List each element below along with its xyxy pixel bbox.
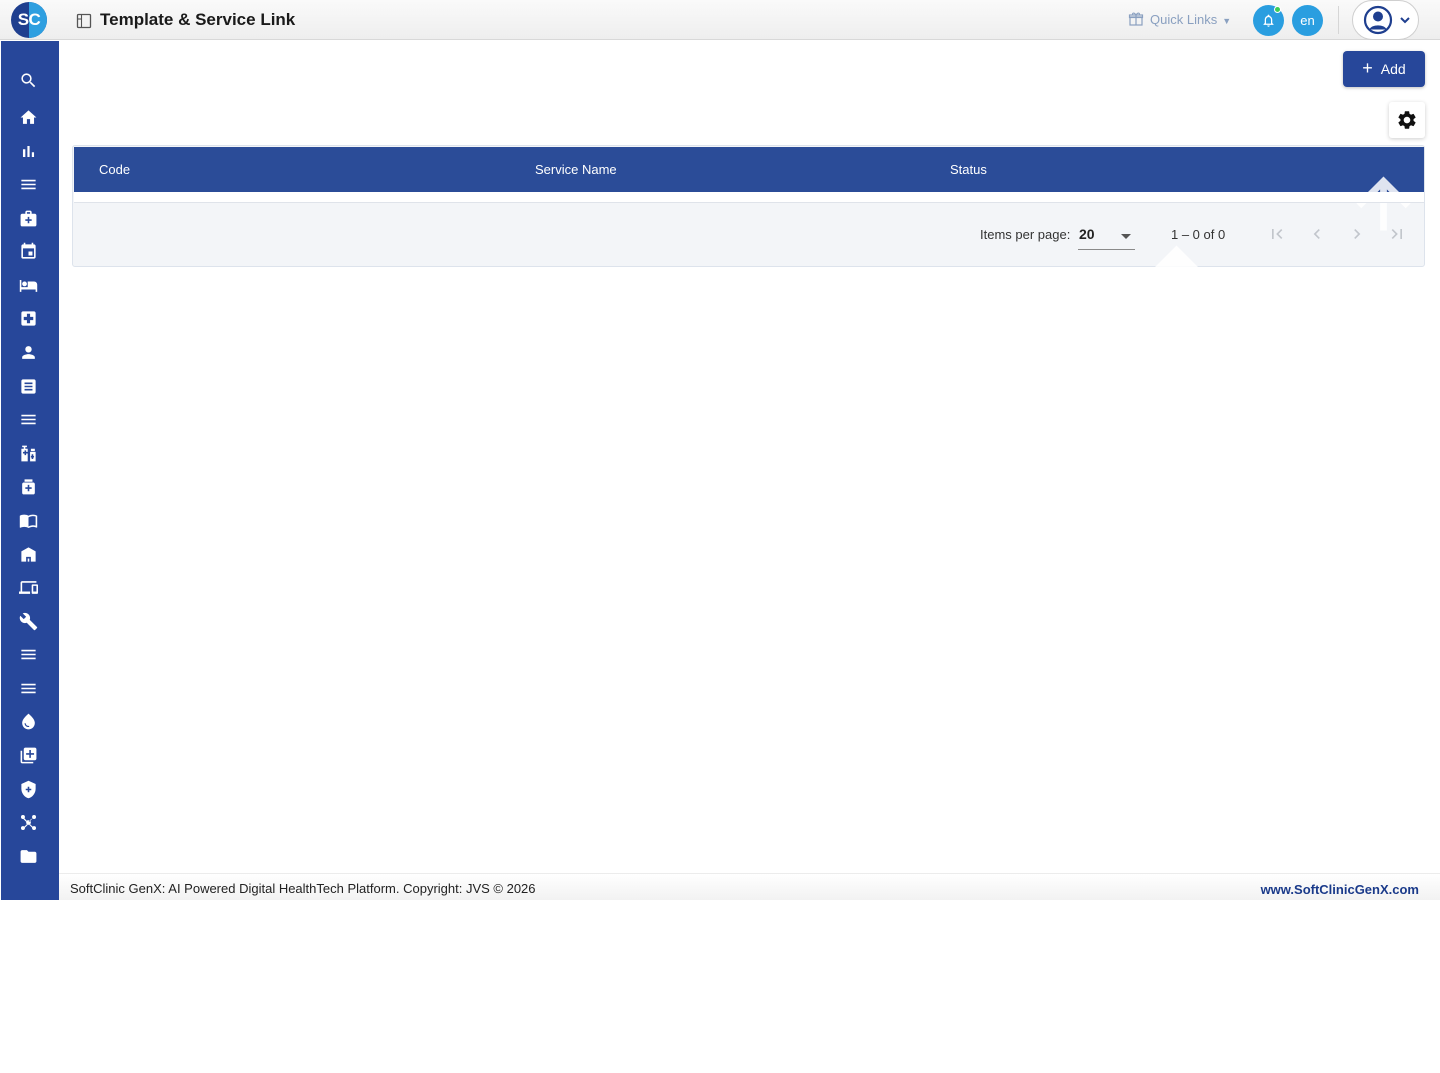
sidebar-item-patient[interactable]	[17, 341, 39, 363]
table-header-row: Code Service Name Status	[74, 147, 1424, 922]
sidebar-item-reports[interactable]	[17, 140, 39, 162]
sidebar-item-menu-3[interactable]	[17, 643, 39, 665]
previous-page-button[interactable]	[1302, 219, 1332, 249]
page-range-label: 1 – 0 of 0	[1171, 227, 1226, 242]
book-icon	[19, 514, 37, 528]
items-per-page-label: Items per page:	[980, 227, 1071, 242]
sidebar-item-tools[interactable]	[17, 610, 39, 632]
chevron-right-icon	[1354, 229, 1361, 239]
bed-icon	[19, 279, 37, 292]
sidebar-item-store[interactable]	[17, 543, 39, 565]
footer-website-link[interactable]: www.SoftClinicGenX.com	[1261, 882, 1419, 897]
add-button[interactable]: + Add	[1343, 51, 1425, 87]
menu-icon	[20, 414, 36, 424]
sidebar-item-beds[interactable]	[17, 274, 39, 296]
menu-icon	[20, 649, 36, 659]
dropdown-arrow-icon	[1121, 234, 1131, 239]
menu-icon	[20, 179, 36, 189]
medicine-box-icon	[21, 478, 35, 494]
first-page-button[interactable]	[1262, 219, 1292, 249]
page-title: Template & Service Link	[100, 10, 296, 29]
wrench-icon	[19, 612, 37, 630]
online-status-dot	[1274, 6, 1281, 13]
items-per-page-value: 20	[1079, 226, 1095, 242]
hub-icon	[20, 814, 36, 830]
sidebar-item-medical[interactable]	[17, 307, 39, 329]
table-settings-button[interactable]	[1389, 102, 1425, 138]
shield-icon	[20, 780, 36, 798]
notifications-button[interactable]	[1253, 5, 1284, 36]
paginator: Items per page: 20 1 – 0 of 0	[73, 203, 1424, 267]
medical-bag-icon	[20, 210, 36, 226]
sidebar-item-library[interactable]	[17, 509, 39, 531]
sidebar	[1, 41, 59, 900]
plus-icon: +	[1362, 58, 1373, 78]
footer: SoftClinic GenX: AI Powered Digital Heal…	[59, 873, 1440, 900]
chevron-left-icon	[1313, 229, 1320, 239]
sidebar-item-documents[interactable]	[17, 375, 39, 397]
devices-icon	[18, 580, 38, 594]
page-icon	[76, 13, 92, 29]
language-button[interactable]: en	[1292, 5, 1323, 36]
user-menu-button[interactable]	[1352, 0, 1419, 40]
sidebar-item-search[interactable]	[17, 69, 39, 91]
last-page-button[interactable]	[1382, 219, 1412, 249]
sidebar-item-add-library[interactable]	[17, 744, 39, 766]
table-body-empty	[74, 192, 1424, 203]
medical-cross-icon	[20, 310, 36, 326]
sidebar-item-menu-2[interactable]	[17, 408, 39, 430]
sidebar-item-calendar[interactable]	[17, 240, 39, 262]
first-page-icon	[1272, 229, 1283, 239]
search-icon	[20, 72, 35, 87]
sidebar-item-medical-bag[interactable]	[17, 207, 39, 229]
sidebar-item-pharmacy[interactable]	[17, 442, 39, 464]
sidebar-item-integration[interactable]	[17, 811, 39, 833]
next-page-button[interactable]	[1342, 219, 1372, 249]
column-label: Code	[99, 162, 131, 177]
sidebar-item-menu-4[interactable]	[17, 677, 39, 699]
column-header-code[interactable]: Code	[99, 147, 130, 192]
gift-icon	[1128, 12, 1144, 26]
column-header-service-name[interactable]: Service Name	[535, 147, 617, 192]
menu-icon	[20, 683, 36, 693]
caret-down-icon: ▼	[1222, 16, 1232, 26]
account-icon	[1363, 5, 1393, 35]
app-logo[interactable]: SC	[11, 2, 47, 38]
document-list-icon	[20, 378, 36, 394]
gear-icon	[1398, 111, 1416, 129]
sidebar-item-devices[interactable]	[17, 576, 39, 598]
folder-icon	[20, 849, 36, 863]
quick-links-label: Quick Links	[1150, 11, 1218, 27]
footer-copyright: SoftClinic GenX: AI Powered Digital Heal…	[70, 881, 536, 896]
blood-drop-icon	[21, 713, 35, 729]
sidebar-item-security[interactable]	[17, 778, 39, 800]
top-bar: SC Template & Service Link Quick Links ▼…	[0, 0, 1440, 40]
chevron-down-icon	[1400, 17, 1410, 24]
pharmacy-icon	[20, 445, 36, 461]
person-icon	[21, 345, 35, 359]
add-button-label: Add	[1380, 61, 1406, 77]
add-library-icon	[20, 747, 36, 763]
calendar-icon	[20, 242, 36, 259]
sidebar-item-home[interactable]	[17, 106, 39, 128]
sidebar-item-menu-1[interactable]	[17, 173, 39, 195]
header-divider	[1338, 6, 1339, 34]
sidebar-item-blood-bank[interactable]	[17, 710, 39, 732]
column-header-status[interactable]: Status	[950, 147, 987, 192]
column-label: Service Name	[535, 162, 617, 177]
sidebar-item-medicine[interactable]	[17, 475, 39, 497]
store-icon	[20, 546, 36, 562]
bell-icon	[1263, 14, 1274, 27]
quick-links-menu[interactable]: Quick Links ▼	[1128, 9, 1231, 29]
sidebar-item-files[interactable]	[17, 845, 39, 867]
items-per-page-select[interactable]: 20	[1078, 216, 1135, 250]
bar-chart-icon	[22, 145, 34, 157]
data-table: Code Service Name Status Items per page:…	[72, 145, 1425, 922]
last-page-icon	[1391, 229, 1402, 239]
column-label: Status	[950, 162, 987, 177]
home-icon	[20, 109, 36, 124]
